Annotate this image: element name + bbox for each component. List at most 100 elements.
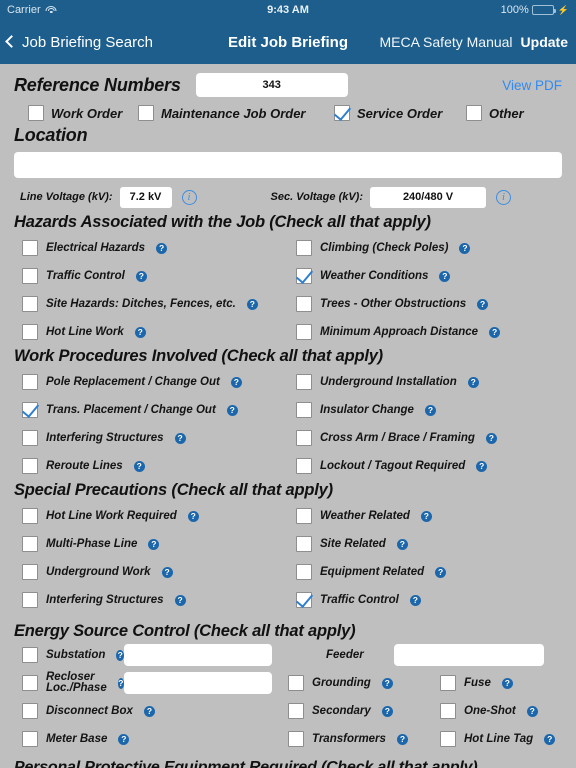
trans-placement-checkbox[interactable] xyxy=(22,402,38,418)
other-checkbox[interactable] xyxy=(466,105,482,121)
disconnect-box-checkbox[interactable] xyxy=(22,703,38,719)
checkbox-insulator-change[interactable]: Insulator Change ? xyxy=(288,402,562,418)
location-input[interactable] xyxy=(14,152,562,178)
lockout-tagout-required-help-icon[interactable]: ? xyxy=(476,460,488,472)
checkbox-maintenance-job-order[interactable]: Maintenance Job Order xyxy=(138,105,334,121)
insulator-change-help-icon[interactable]: ? xyxy=(424,404,436,416)
hot-line-tag-checkbox[interactable] xyxy=(440,731,456,747)
checkbox-minimum-approach-distance[interactable]: Minimum Approach Distance ? xyxy=(288,324,562,340)
hot-line-tag-help-icon[interactable]: ? xyxy=(544,733,556,745)
insulator-change-checkbox[interactable] xyxy=(296,402,312,418)
fuse-help-icon[interactable]: ? xyxy=(501,677,513,689)
electrical-hazards-help-icon[interactable]: ? xyxy=(156,242,168,254)
checkbox-underground-work[interactable]: Underground Work ? xyxy=(14,564,288,580)
lockout-tagout-required-checkbox[interactable] xyxy=(296,458,312,474)
checkbox-site-related[interactable]: Site Related ? xyxy=(288,536,562,552)
hot-line-work-required-help-icon[interactable]: ? xyxy=(187,510,199,522)
checkbox-hot-line-tag[interactable]: Hot Line Tag ? xyxy=(440,731,556,747)
minimum-approach-distance-help-icon[interactable]: ? xyxy=(489,326,501,338)
substation-input[interactable] xyxy=(124,644,272,666)
reference-number-input[interactable] xyxy=(195,73,348,97)
cross-arm-brace-framing-help-icon[interactable]: ? xyxy=(485,432,497,444)
traffic-control-sp-checkbox[interactable] xyxy=(296,592,312,608)
traffic-control-sp-help-icon[interactable]: ? xyxy=(409,594,421,606)
checkbox-site-hazards[interactable]: Site Hazards: Ditches, Fences, etc. ? xyxy=(14,296,288,312)
work-order-checkbox[interactable] xyxy=(28,105,44,121)
meca-safety-manual-button[interactable]: MECA Safety Manual xyxy=(379,34,512,50)
trees-other-obstructions-checkbox[interactable] xyxy=(296,296,312,312)
interfering-structures-wp-help-icon[interactable]: ? xyxy=(174,432,186,444)
multi-phase-line-help-icon[interactable]: ? xyxy=(148,538,160,550)
checkbox-hot-line-work-required[interactable]: Hot Line Work Required ? xyxy=(14,508,288,524)
underground-installation-checkbox[interactable] xyxy=(296,374,312,390)
checkbox-trees-other-obstructions[interactable]: Trees - Other Obstructions ? xyxy=(288,296,562,312)
recloser-input[interactable] xyxy=(124,672,272,694)
fuse-checkbox[interactable] xyxy=(440,675,456,691)
traffic-control-hazard-checkbox[interactable] xyxy=(22,268,38,284)
checkbox-hot-line-work[interactable]: Hot Line Work ? xyxy=(14,324,288,340)
checkbox-disconnect-box[interactable]: Disconnect Box ? xyxy=(14,703,288,719)
reroute-lines-help-icon[interactable]: ? xyxy=(133,460,145,472)
checkbox-other[interactable]: Other xyxy=(466,105,524,121)
equipment-related-checkbox[interactable] xyxy=(296,564,312,580)
multi-phase-line-checkbox[interactable] xyxy=(22,536,38,552)
cross-arm-brace-framing-checkbox[interactable] xyxy=(296,430,312,446)
weather-conditions-checkbox[interactable] xyxy=(296,268,312,284)
site-related-checkbox[interactable] xyxy=(296,536,312,552)
one-shot-checkbox[interactable] xyxy=(440,703,456,719)
checkbox-climbing-check-poles[interactable]: Climbing (Check Poles) ? xyxy=(288,240,562,256)
substation-checkbox[interactable] xyxy=(22,647,38,663)
checkbox-traffic-control-hazard[interactable]: Traffic Control ? xyxy=(14,268,288,284)
underground-work-help-icon[interactable]: ? xyxy=(161,566,173,578)
checkbox-grounding[interactable]: Grounding ? xyxy=(288,675,440,691)
checkbox-secondary[interactable]: Secondary ? xyxy=(288,703,440,719)
checkbox-multi-phase-line[interactable]: Multi-Phase Line ? xyxy=(14,536,288,552)
checkbox-fuse[interactable]: Fuse ? xyxy=(440,675,513,691)
weather-related-checkbox[interactable] xyxy=(296,508,312,524)
checkbox-substation[interactable]: Substation ? xyxy=(14,647,124,663)
update-button[interactable]: Update xyxy=(521,34,568,50)
site-hazards-checkbox[interactable] xyxy=(22,296,38,312)
line-voltage-input[interactable] xyxy=(119,186,172,208)
checkbox-underground-installation[interactable]: Underground Installation ? xyxy=(288,374,562,390)
grounding-help-icon[interactable]: ? xyxy=(381,677,393,689)
site-hazards-help-icon[interactable]: ? xyxy=(246,298,258,310)
line-voltage-info-icon[interactable]: i xyxy=(181,189,197,205)
checkbox-interfering-structures-sp[interactable]: Interfering Structures ? xyxy=(14,592,288,608)
traffic-control-hazard-help-icon[interactable]: ? xyxy=(135,270,147,282)
interfering-structures-wp-checkbox[interactable] xyxy=(22,430,38,446)
checkbox-one-shot[interactable]: One-Shot ? xyxy=(440,703,538,719)
service-order-checkbox[interactable] xyxy=(334,105,350,121)
secondary-help-icon[interactable]: ? xyxy=(381,705,393,717)
meter-base-checkbox[interactable] xyxy=(22,731,38,747)
hot-line-work-checkbox[interactable] xyxy=(22,324,38,340)
transformers-checkbox[interactable] xyxy=(288,731,304,747)
transformers-help-icon[interactable]: ? xyxy=(396,733,408,745)
one-shot-help-icon[interactable]: ? xyxy=(526,705,538,717)
trees-other-obstructions-help-icon[interactable]: ? xyxy=(477,298,489,310)
substation-help-icon[interactable]: ? xyxy=(116,649,124,661)
disconnect-box-help-icon[interactable]: ? xyxy=(143,705,155,717)
underground-work-checkbox[interactable] xyxy=(22,564,38,580)
checkbox-reroute-lines[interactable]: Reroute Lines ? xyxy=(14,458,288,474)
checkbox-cross-arm-brace-framing[interactable]: Cross Arm / Brace / Framing ? xyxy=(288,430,562,446)
feeder-input[interactable] xyxy=(394,644,544,666)
checkbox-equipment-related[interactable]: Equipment Related ? xyxy=(288,564,562,580)
checkbox-interfering-structures-wp[interactable]: Interfering Structures ? xyxy=(14,430,288,446)
back-button[interactable]: Job Briefing Search xyxy=(0,34,153,51)
sec-voltage-input[interactable] xyxy=(370,186,487,208)
checkbox-meter-base[interactable]: Meter Base ? xyxy=(14,731,288,747)
weather-related-help-icon[interactable]: ? xyxy=(420,510,432,522)
checkbox-weather-related[interactable]: Weather Related ? xyxy=(288,508,562,524)
checkbox-traffic-control-sp[interactable]: Traffic Control ? xyxy=(288,592,562,608)
underground-installation-help-icon[interactable]: ? xyxy=(467,376,479,388)
hot-line-work-help-icon[interactable]: ? xyxy=(134,326,146,338)
meter-base-help-icon[interactable]: ? xyxy=(118,733,130,745)
checkbox-transformers[interactable]: Transformers ? xyxy=(288,731,440,747)
checkbox-pole-replacement[interactable]: Pole Replacement / Change Out ? xyxy=(14,374,288,390)
grounding-checkbox[interactable] xyxy=(288,675,304,691)
electrical-hazards-checkbox[interactable] xyxy=(22,240,38,256)
checkbox-lockout-tagout-required[interactable]: Lockout / Tagout Required ? xyxy=(288,458,562,474)
recloser-checkbox[interactable] xyxy=(22,675,38,691)
checkbox-recloser[interactable]: Recloser Loc./Phase ? xyxy=(14,671,124,694)
